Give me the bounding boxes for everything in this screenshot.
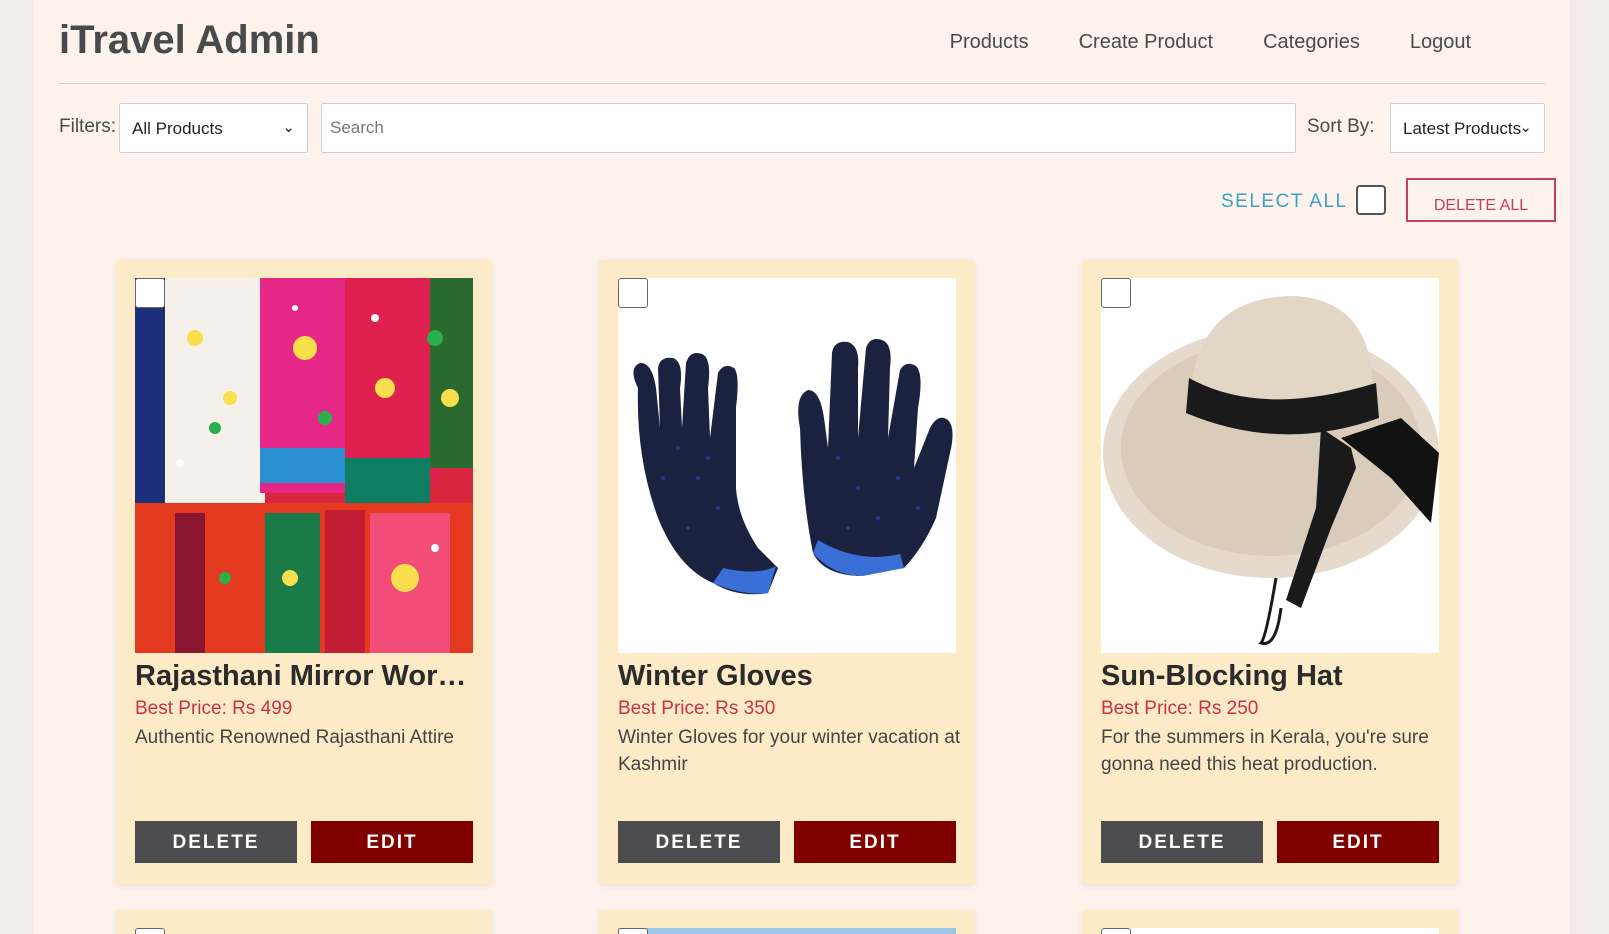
chevron-down-icon: ⌄ <box>282 119 295 136</box>
chevron-down-icon: ⌄ <box>1519 119 1532 136</box>
edit-button[interactable]: EDIT <box>311 821 473 863</box>
sort-select-value: Latest Products <box>1403 119 1522 138</box>
product-card: Rajasthani Mirror Work Fabric Best Price… <box>116 260 492 884</box>
delete-all-button[interactable]: DELETE ALL <box>1406 178 1556 222</box>
product-description: Authentic Renowned Rajasthani Attire <box>135 727 454 748</box>
select-all-label[interactable]: SELECT ALL <box>1221 191 1348 213</box>
product-image-gloves <box>618 278 956 653</box>
delete-button[interactable]: DELETE <box>135 821 297 863</box>
product-price: Best Price: Rs 350 <box>618 698 776 719</box>
product-price: Best Price: Rs 250 <box>1101 698 1259 719</box>
product-checkbox[interactable] <box>1101 928 1131 934</box>
product-title: Rajasthani Mirror Work Fabric <box>135 660 475 692</box>
product-description: Winter Gloves for your winter vacation a… <box>618 727 961 775</box>
product-checkbox[interactable] <box>618 928 648 934</box>
nav-create-product[interactable]: Create Product <box>1079 31 1214 54</box>
nav-categories[interactable]: Categories <box>1263 31 1360 54</box>
product-card <box>1082 910 1458 934</box>
product-title: Winter Gloves <box>618 660 813 692</box>
nav-logout[interactable]: Logout <box>1410 31 1471 54</box>
delete-button[interactable]: DELETE <box>618 821 780 863</box>
filter-select[interactable]: All Products ⌄ <box>119 103 308 153</box>
brand-title: iTravel Admin <box>59 18 320 62</box>
product-checkbox[interactable] <box>618 278 648 308</box>
header: iTravel Admin Products Create Product Ca… <box>59 0 1545 84</box>
product-checkbox[interactable] <box>1101 278 1131 308</box>
product-card <box>116 910 492 934</box>
sort-select[interactable]: Latest Products ⌄ <box>1390 103 1545 153</box>
filters-label: Filters: <box>59 116 116 137</box>
product-price: Best Price: Rs 499 <box>135 698 293 719</box>
product-card <box>599 910 975 934</box>
product-description: For the summers in Kerala, you're sure g… <box>1101 727 1429 775</box>
nav-products[interactable]: Products <box>950 31 1029 54</box>
select-all-checkbox[interactable] <box>1356 185 1386 215</box>
main-nav: Products Create Product Categories Logou… <box>950 31 1471 54</box>
edit-button[interactable]: EDIT <box>794 821 956 863</box>
product-image-fabric <box>135 278 473 653</box>
product-checkbox[interactable] <box>135 278 165 308</box>
admin-page: iTravel Admin Products Create Product Ca… <box>34 0 1570 934</box>
product-checkbox[interactable] <box>135 928 165 934</box>
product-image <box>1101 928 1439 934</box>
product-title: Sun-Blocking Hat <box>1101 660 1343 692</box>
product-card: Winter Gloves Best Price: Rs 350 Winter … <box>599 260 975 884</box>
filter-bar: Filters: All Products ⌄ Sort By: Latest … <box>59 103 1545 153</box>
product-image <box>618 928 956 934</box>
edit-button[interactable]: EDIT <box>1277 821 1439 863</box>
sort-label: Sort By: <box>1307 116 1375 137</box>
product-image-hat <box>1101 278 1439 653</box>
product-card: Sun-Blocking Hat Best Price: Rs 250 For … <box>1082 260 1458 884</box>
delete-button[interactable]: DELETE <box>1101 821 1263 863</box>
filter-select-value: All Products <box>132 119 223 138</box>
search-input[interactable] <box>321 103 1296 153</box>
